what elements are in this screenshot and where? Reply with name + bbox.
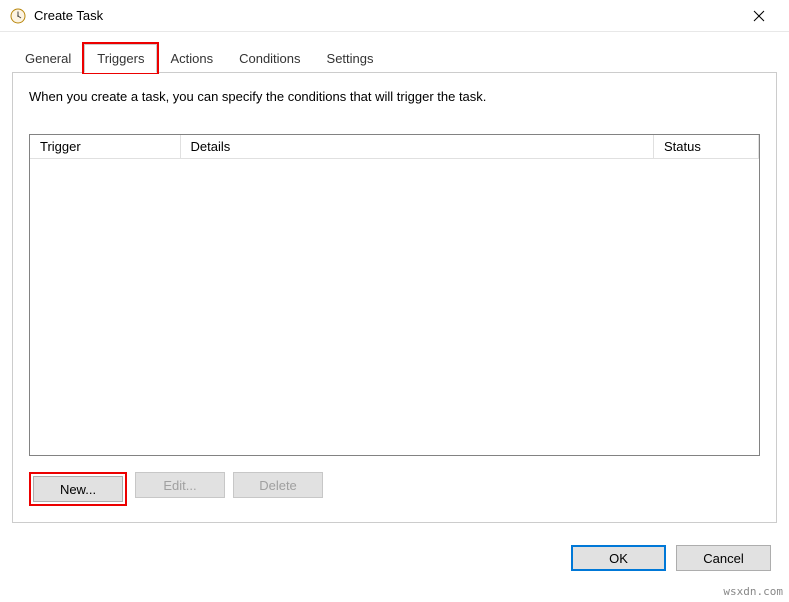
close-icon: [753, 10, 765, 22]
column-trigger[interactable]: Trigger: [30, 135, 180, 159]
watermark-text: wsxdn.com: [723, 585, 783, 598]
new-button[interactable]: New...: [33, 476, 123, 502]
highlight-box: New...: [29, 472, 127, 506]
tab-conditions[interactable]: Conditions: [226, 44, 313, 73]
tab-actions[interactable]: Actions: [157, 44, 226, 73]
edit-button: Edit...: [135, 472, 225, 498]
triggers-table: Trigger Details Status: [30, 135, 759, 159]
tab-settings[interactable]: Settings: [314, 44, 387, 73]
triggers-panel: When you create a task, you can specify …: [12, 72, 777, 523]
dialog-content: General Triggers Actions Conditions Sett…: [0, 32, 789, 535]
tab-triggers[interactable]: Triggers: [84, 44, 157, 73]
trigger-buttons-row: New... Edit... Delete: [29, 472, 760, 506]
clock-icon: [10, 8, 26, 24]
tab-general[interactable]: General: [12, 44, 84, 73]
delete-button: Delete: [233, 472, 323, 498]
triggers-table-container: Trigger Details Status: [29, 134, 760, 456]
tab-strip: General Triggers Actions Conditions Sett…: [12, 44, 777, 73]
titlebar: Create Task: [0, 0, 789, 32]
window-title: Create Task: [34, 8, 739, 23]
column-details[interactable]: Details: [180, 135, 654, 159]
column-status[interactable]: Status: [654, 135, 759, 159]
dialog-button-row: OK Cancel: [0, 535, 789, 585]
ok-button[interactable]: OK: [571, 545, 666, 571]
panel-description: When you create a task, you can specify …: [29, 89, 760, 104]
close-button[interactable]: [739, 1, 779, 31]
table-header-row: Trigger Details Status: [30, 135, 759, 159]
cancel-button[interactable]: Cancel: [676, 545, 771, 571]
